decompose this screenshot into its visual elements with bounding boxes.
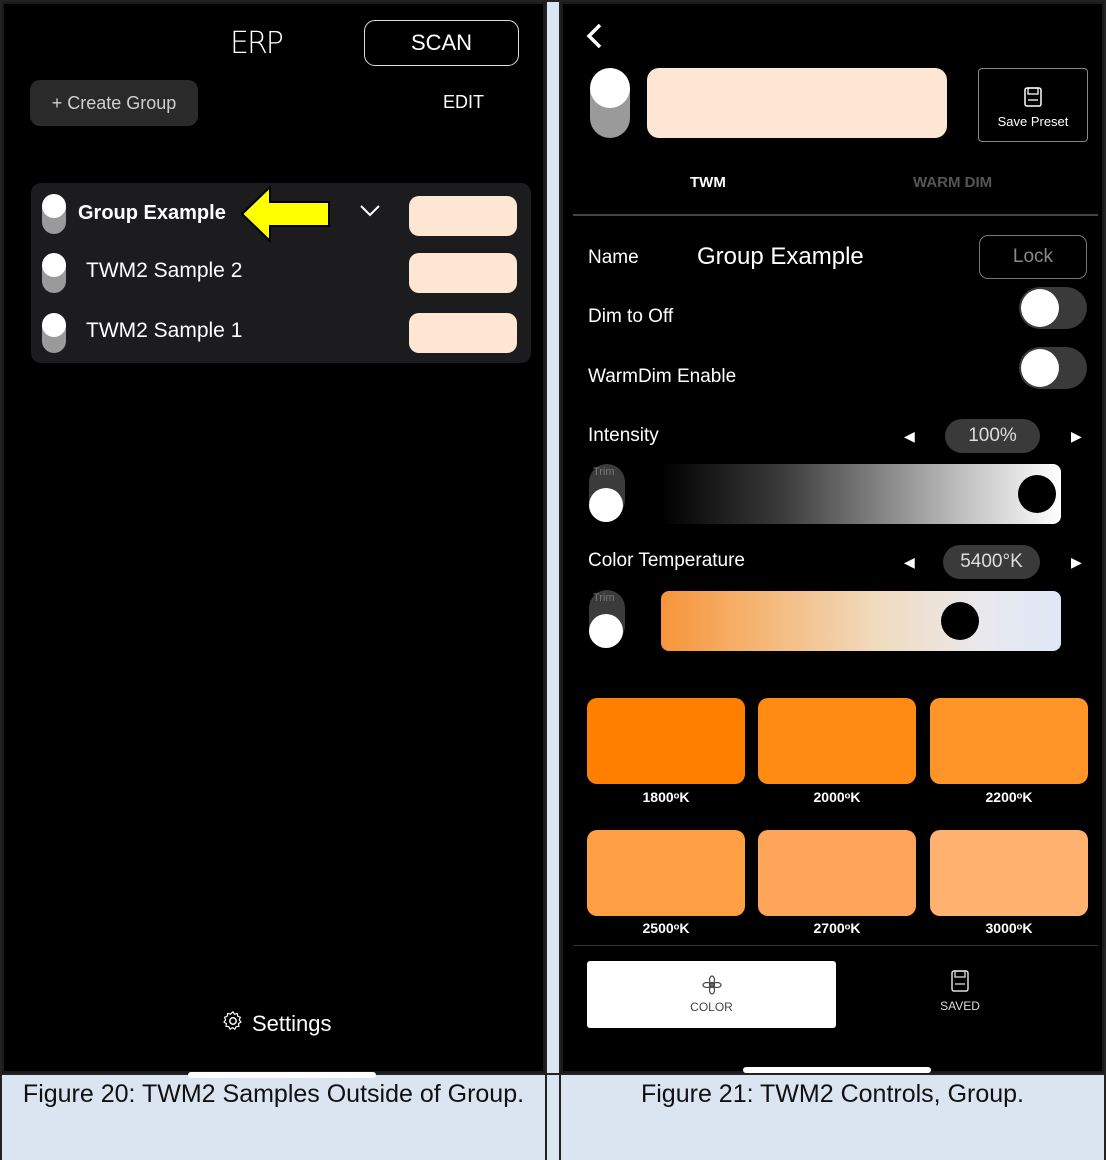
left-phone-screen <box>2 2 545 1073</box>
edit-button[interactable]: EDIT <box>443 92 484 113</box>
toggle-knob <box>42 313 66 337</box>
warmdim-enable-switch[interactable] <box>1019 347 1087 389</box>
color-temperature-label: Color Temperature <box>588 550 746 571</box>
highlight-arrow-icon <box>240 184 332 248</box>
toggle-knob <box>42 253 66 277</box>
nav-divider <box>573 945 1098 946</box>
floppy-disk-icon <box>1024 87 1042 110</box>
color-temperature-value: 5400°K <box>943 545 1040 579</box>
chevron-down-icon[interactable] <box>359 201 381 224</box>
tab-warm-dim[interactable]: WARM DIM <box>913 174 992 191</box>
trim-label: Trim <box>593 592 615 604</box>
preset-tile-2200k[interactable] <box>930 698 1088 784</box>
gear-icon <box>222 1010 244 1038</box>
toggle-knob <box>42 194 66 218</box>
name-value: Group Example <box>697 243 864 270</box>
preset-label-2500k: 2500ᵒK <box>642 920 690 936</box>
home-indicator <box>743 1067 931 1073</box>
lock-button[interactable]: Lock <box>979 235 1087 279</box>
tab-twm[interactable]: TWM <box>690 174 726 191</box>
preset-label-1800k: 1800ᵒK <box>642 789 690 805</box>
create-group-button[interactable]: + Create Group <box>30 80 198 126</box>
trim-knob <box>589 614 623 648</box>
color-temp-trim-toggle[interactable]: Trim <box>589 590 625 648</box>
trim-label: Trim <box>593 466 615 478</box>
color-temperature-slider[interactable] <box>661 591 1061 651</box>
preset-tile-3000k[interactable] <box>930 830 1088 916</box>
device-name: TWM2 Sample 2 <box>86 259 243 282</box>
trim-knob <box>589 488 623 522</box>
back-chevron-icon[interactable] <box>585 22 603 58</box>
nav-color-label: COLOR <box>690 1000 733 1014</box>
tab-divider <box>573 214 1098 216</box>
device-color-swatch[interactable] <box>409 313 517 353</box>
list-item[interactable]: TWM2 Sample 1 <box>31 303 531 363</box>
preset-label-2200k: 2200ᵒK <box>985 789 1033 805</box>
save-preset-button[interactable]: Save Preset <box>978 68 1088 142</box>
table-divider <box>545 0 561 1160</box>
device-name: TWM2 Sample 1 <box>86 319 243 342</box>
device-power-toggle[interactable] <box>42 313 66 353</box>
preset-label-2000k: 2000ᵒK <box>813 789 861 805</box>
nav-saved-tab[interactable]: SAVED <box>900 970 1020 1030</box>
dim-to-off-label: Dim to Off <box>588 306 674 327</box>
toggle-knob <box>590 68 630 108</box>
intensity-slider[interactable] <box>661 464 1061 524</box>
intensity-slider-thumb[interactable] <box>1018 475 1056 513</box>
floppy-disk-icon <box>951 970 969 995</box>
table-border-top <box>0 0 1106 2</box>
preset-tile-2000k[interactable] <box>758 698 916 784</box>
preset-tile-2500k[interactable] <box>587 830 745 916</box>
figure-caption-left: Figure 20: TWM2 Samples Outside of Group… <box>22 1080 525 1108</box>
intensity-increase-icon[interactable]: ▶ <box>1071 428 1082 445</box>
preset-tile-1800k[interactable] <box>587 698 745 784</box>
device-color-swatch[interactable] <box>409 253 517 293</box>
warmdim-enable-label: WarmDim Enable <box>588 366 737 387</box>
device-power-toggle[interactable] <box>42 253 66 293</box>
nav-color-tab[interactable]: COLOR <box>587 961 836 1028</box>
scan-button[interactable]: SCAN <box>364 20 519 66</box>
color-temperature-slider-thumb[interactable] <box>940 602 979 640</box>
erp-logo: ERP <box>230 26 284 61</box>
dim-to-off-switch[interactable] <box>1019 287 1087 329</box>
intensity-label: Intensity <box>588 425 659 446</box>
switch-knob <box>1021 289 1059 327</box>
name-label: Name <box>588 247 639 268</box>
flower-icon <box>701 975 722 998</box>
group-name: Group Example <box>78 202 226 224</box>
save-preset-label: Save Preset <box>997 114 1069 129</box>
preset-label-3000k: 3000ᵒK <box>985 920 1033 936</box>
master-power-toggle[interactable] <box>590 68 630 138</box>
figure-caption-right: Figure 21: TWM2 Controls, Group. <box>640 1080 1024 1108</box>
current-color-swatch <box>647 68 947 138</box>
list-item[interactable]: TWM2 Sample 2 <box>31 243 531 303</box>
preset-tile-2700k[interactable] <box>758 830 916 916</box>
preset-label-2700k: 2700ᵒK <box>813 920 861 936</box>
intensity-decrease-icon[interactable]: ◀ <box>904 428 915 445</box>
settings-button[interactable]: Settings <box>222 1010 332 1038</box>
color-temp-decrease-icon[interactable]: ◀ <box>904 554 915 571</box>
group-color-swatch[interactable] <box>409 196 517 236</box>
intensity-trim-toggle[interactable]: Trim <box>589 464 625 522</box>
color-temp-increase-icon[interactable]: ▶ <box>1071 554 1082 571</box>
intensity-value: 100% <box>945 419 1040 453</box>
settings-label: Settings <box>252 1011 332 1036</box>
switch-knob <box>1021 349 1059 387</box>
group-power-toggle[interactable] <box>42 194 66 234</box>
table-border-left <box>0 0 2 1160</box>
nav-saved-label: SAVED <box>940 999 980 1013</box>
